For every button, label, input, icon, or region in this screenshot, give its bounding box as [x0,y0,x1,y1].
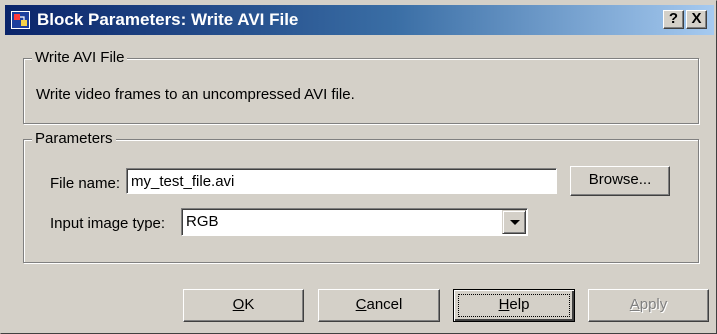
browse-button-label: Browse... [588,171,652,188]
description-group: Write AVI File Write video frames to an … [23,49,699,124]
description-group-title: Write AVI File [32,49,128,66]
image-type-value: RGB [186,213,219,230]
apply-mnemonic: A [629,296,640,313]
parameters-group: Parameters File name: my_test_file.avi B… [23,130,699,263]
description-text: Write video frames to an uncompressed AV… [36,86,355,103]
context-help-button[interactable]: ? [663,10,684,29]
help-button[interactable]: Help [453,289,575,322]
window-title: Block Parameters: Write AVI File [37,10,299,29]
cancel-label-rest: ancel [366,296,403,313]
cancel-button-label: Cancel [356,290,403,319]
cancel-button[interactable]: Cancel [318,289,440,322]
cancel-mnemonic: C [355,296,367,313]
focus-ring [458,294,570,317]
file-name-input[interactable]: my_test_file.avi [126,168,557,194]
apply-button[interactable]: Apply [588,289,709,322]
ok-button[interactable]: OK [183,289,304,322]
title-bar[interactable]: Block Parameters: Write AVI File ? X [5,5,714,35]
apply-label-rest: pply [639,296,668,313]
ok-button-label: OK [233,290,255,319]
simulink-block-icon [11,11,30,29]
file-name-value: my_test_file.avi [131,173,235,190]
file-name-label: File name: [50,175,121,192]
close-button[interactable]: X [686,10,707,29]
ok-mnemonic: O [232,296,245,313]
apply-button-label: Apply [630,290,668,319]
image-type-label: Input image type: [50,215,166,232]
dialog-window: Block Parameters: Write AVI File ? X Wri… [0,0,717,334]
parameters-group-title: Parameters [32,130,116,147]
chevron-down-icon[interactable] [502,210,526,234]
image-type-select[interactable]: RGB [181,208,528,236]
ok-label-rest: K [244,296,255,313]
browse-button[interactable]: Browse... [570,166,670,196]
